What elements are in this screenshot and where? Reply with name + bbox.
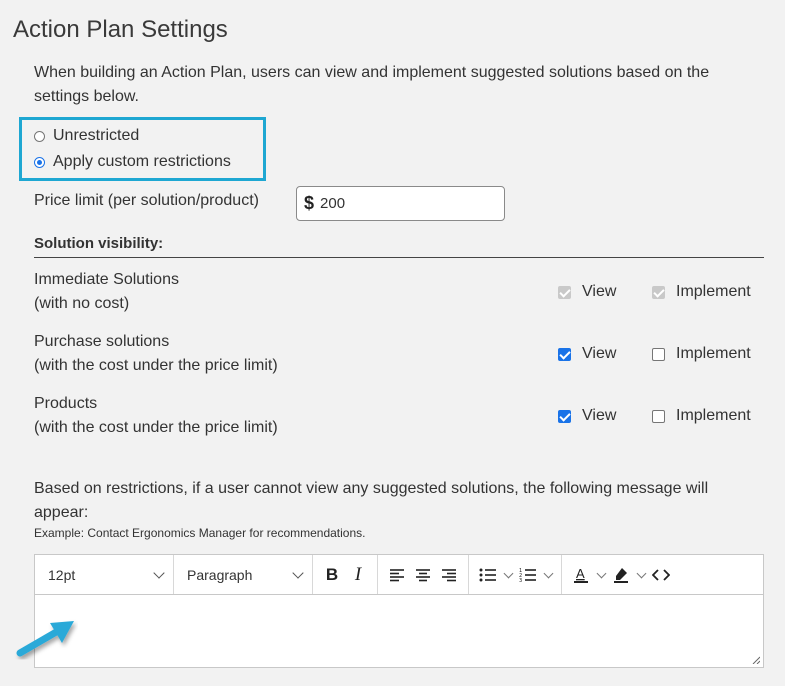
checkbox-checked-icon[interactable] — [558, 409, 571, 423]
row-title: Immediate Solutions — [34, 271, 179, 288]
highlighter-icon — [614, 567, 628, 583]
align-right-button[interactable] — [436, 561, 462, 589]
block-format-select[interactable]: Paragraph — [174, 555, 313, 594]
color-group: A — [562, 555, 680, 594]
chevron-down-icon — [292, 566, 304, 579]
visibility-row-purchase: Purchase solutions (with the cost under … — [34, 330, 764, 378]
font-size-select[interactable]: 12pt — [35, 555, 174, 594]
visibility-row-immediate: Immediate Solutions (with no cost) View … — [34, 268, 764, 316]
row-subtitle: (with the cost under the price limit) — [34, 357, 278, 374]
checkbox-unchecked-icon[interactable] — [652, 347, 665, 361]
svg-text:3: 3 — [519, 578, 522, 583]
text-style-group: B I — [313, 555, 378, 594]
text-color-dropdown[interactable] — [594, 561, 608, 589]
numbered-list-button[interactable]: 123 — [515, 561, 541, 589]
font-size-value: 12pt — [48, 566, 76, 583]
rich-text-editor: 12pt Paragraph B I 1 2 3 A — [34, 554, 764, 668]
align-right-icon — [442, 568, 456, 581]
align-center-icon — [416, 568, 430, 581]
implement-checkbox-immediate[interactable]: Implement — [652, 280, 751, 304]
chevron-down-icon — [596, 568, 606, 578]
bold-icon: B — [325, 564, 339, 584]
intro-text: When building an Action Plan, users can … — [34, 64, 710, 105]
checkbox-disabled-icon[interactable] — [558, 285, 571, 299]
visibility-row-label: Immediate Solutions (with no cost) — [34, 268, 179, 316]
checkbox-unchecked-icon[interactable] — [652, 409, 665, 423]
implement-checkbox-products[interactable]: Implement — [652, 404, 751, 428]
row-subtitle: (with the cost under the price limit) — [34, 419, 278, 436]
dollar-icon: $ — [304, 193, 315, 213]
divider — [34, 257, 764, 258]
view-label: View — [582, 345, 617, 362]
page-title: Action Plan Settings — [13, 16, 228, 43]
implement-label: Implement — [676, 283, 751, 300]
numbered-list-dropdown[interactable] — [541, 561, 555, 589]
code-icon — [652, 568, 670, 581]
list-group: 123 — [469, 555, 562, 594]
radio-apply-custom-restrictions[interactable]: Apply custom restrictions — [34, 153, 231, 171]
checkbox-checked-icon[interactable] — [558, 347, 571, 361]
price-limit-label: Price limit (per solution/product) — [34, 192, 259, 209]
bullet-list-button[interactable] — [475, 561, 501, 589]
pointer-arrow-icon — [16, 621, 74, 657]
visibility-row-label: Purchase solutions (with the cost under … — [34, 330, 278, 378]
align-center-button[interactable] — [410, 561, 436, 589]
source-code-button[interactable] — [648, 561, 674, 589]
row-subtitle: (with no cost) — [34, 295, 130, 312]
text-color-icon: A — [574, 566, 588, 583]
radio-icon[interactable] — [34, 130, 45, 142]
visibility-row-products: Products (with the cost under the price … — [34, 392, 764, 440]
radio-unrestricted-label: Unrestricted — [53, 127, 140, 144]
chevron-down-icon — [153, 566, 165, 579]
italic-button[interactable]: I — [345, 561, 371, 589]
chevron-down-icon — [503, 568, 513, 578]
chevron-down-icon — [636, 568, 646, 578]
view-checkbox-immediate[interactable]: View — [558, 280, 616, 304]
implement-checkbox-purchase[interactable]: Implement — [652, 342, 751, 366]
block-format-value: Paragraph — [187, 566, 253, 583]
price-limit-value[interactable]: 200 — [320, 195, 345, 212]
row-title: Purchase solutions — [34, 333, 170, 350]
bold-button[interactable]: B — [319, 561, 345, 589]
view-label: View — [582, 283, 617, 300]
implement-label: Implement — [676, 345, 751, 362]
resize-handle-icon[interactable] — [752, 656, 760, 664]
bullet-list-dropdown[interactable] — [501, 561, 515, 589]
radio-checked-icon[interactable] — [34, 156, 45, 168]
alignment-group — [378, 555, 469, 594]
view-checkbox-purchase[interactable]: View — [558, 342, 616, 366]
align-left-button[interactable] — [384, 561, 410, 589]
example-text: Example: Contact Ergonomics Manager for … — [34, 526, 366, 540]
editor-content-area[interactable] — [35, 595, 763, 667]
chevron-down-icon — [543, 568, 553, 578]
numbered-list-icon: 123 — [519, 568, 536, 583]
radio-custom-label: Apply custom restrictions — [53, 153, 231, 170]
text-color-button[interactable]: A — [568, 561, 594, 589]
visibility-row-label: Products (with the cost under the price … — [34, 392, 278, 440]
restriction-message-description: Based on restrictions, if a user cannot … — [34, 480, 709, 521]
highlight-color-button[interactable] — [608, 561, 634, 589]
align-left-icon — [390, 568, 404, 581]
view-label: View — [582, 407, 617, 424]
bullet-list-icon — [479, 568, 496, 581]
italic-icon: I — [354, 563, 362, 585]
svg-text:A: A — [576, 566, 585, 581]
highlight-color-dropdown[interactable] — [634, 561, 648, 589]
price-limit-input[interactable]: $ 200 — [296, 186, 505, 221]
solution-visibility-heading: Solution visibility: — [34, 235, 164, 252]
implement-label: Implement — [676, 407, 751, 424]
row-title: Products — [34, 395, 98, 412]
editor-toolbar: 12pt Paragraph B I 1 2 3 A — [35, 555, 763, 595]
radio-unrestricted[interactable]: Unrestricted — [34, 127, 139, 145]
view-checkbox-products[interactable]: View — [558, 404, 616, 428]
checkbox-disabled-icon[interactable] — [652, 285, 665, 299]
